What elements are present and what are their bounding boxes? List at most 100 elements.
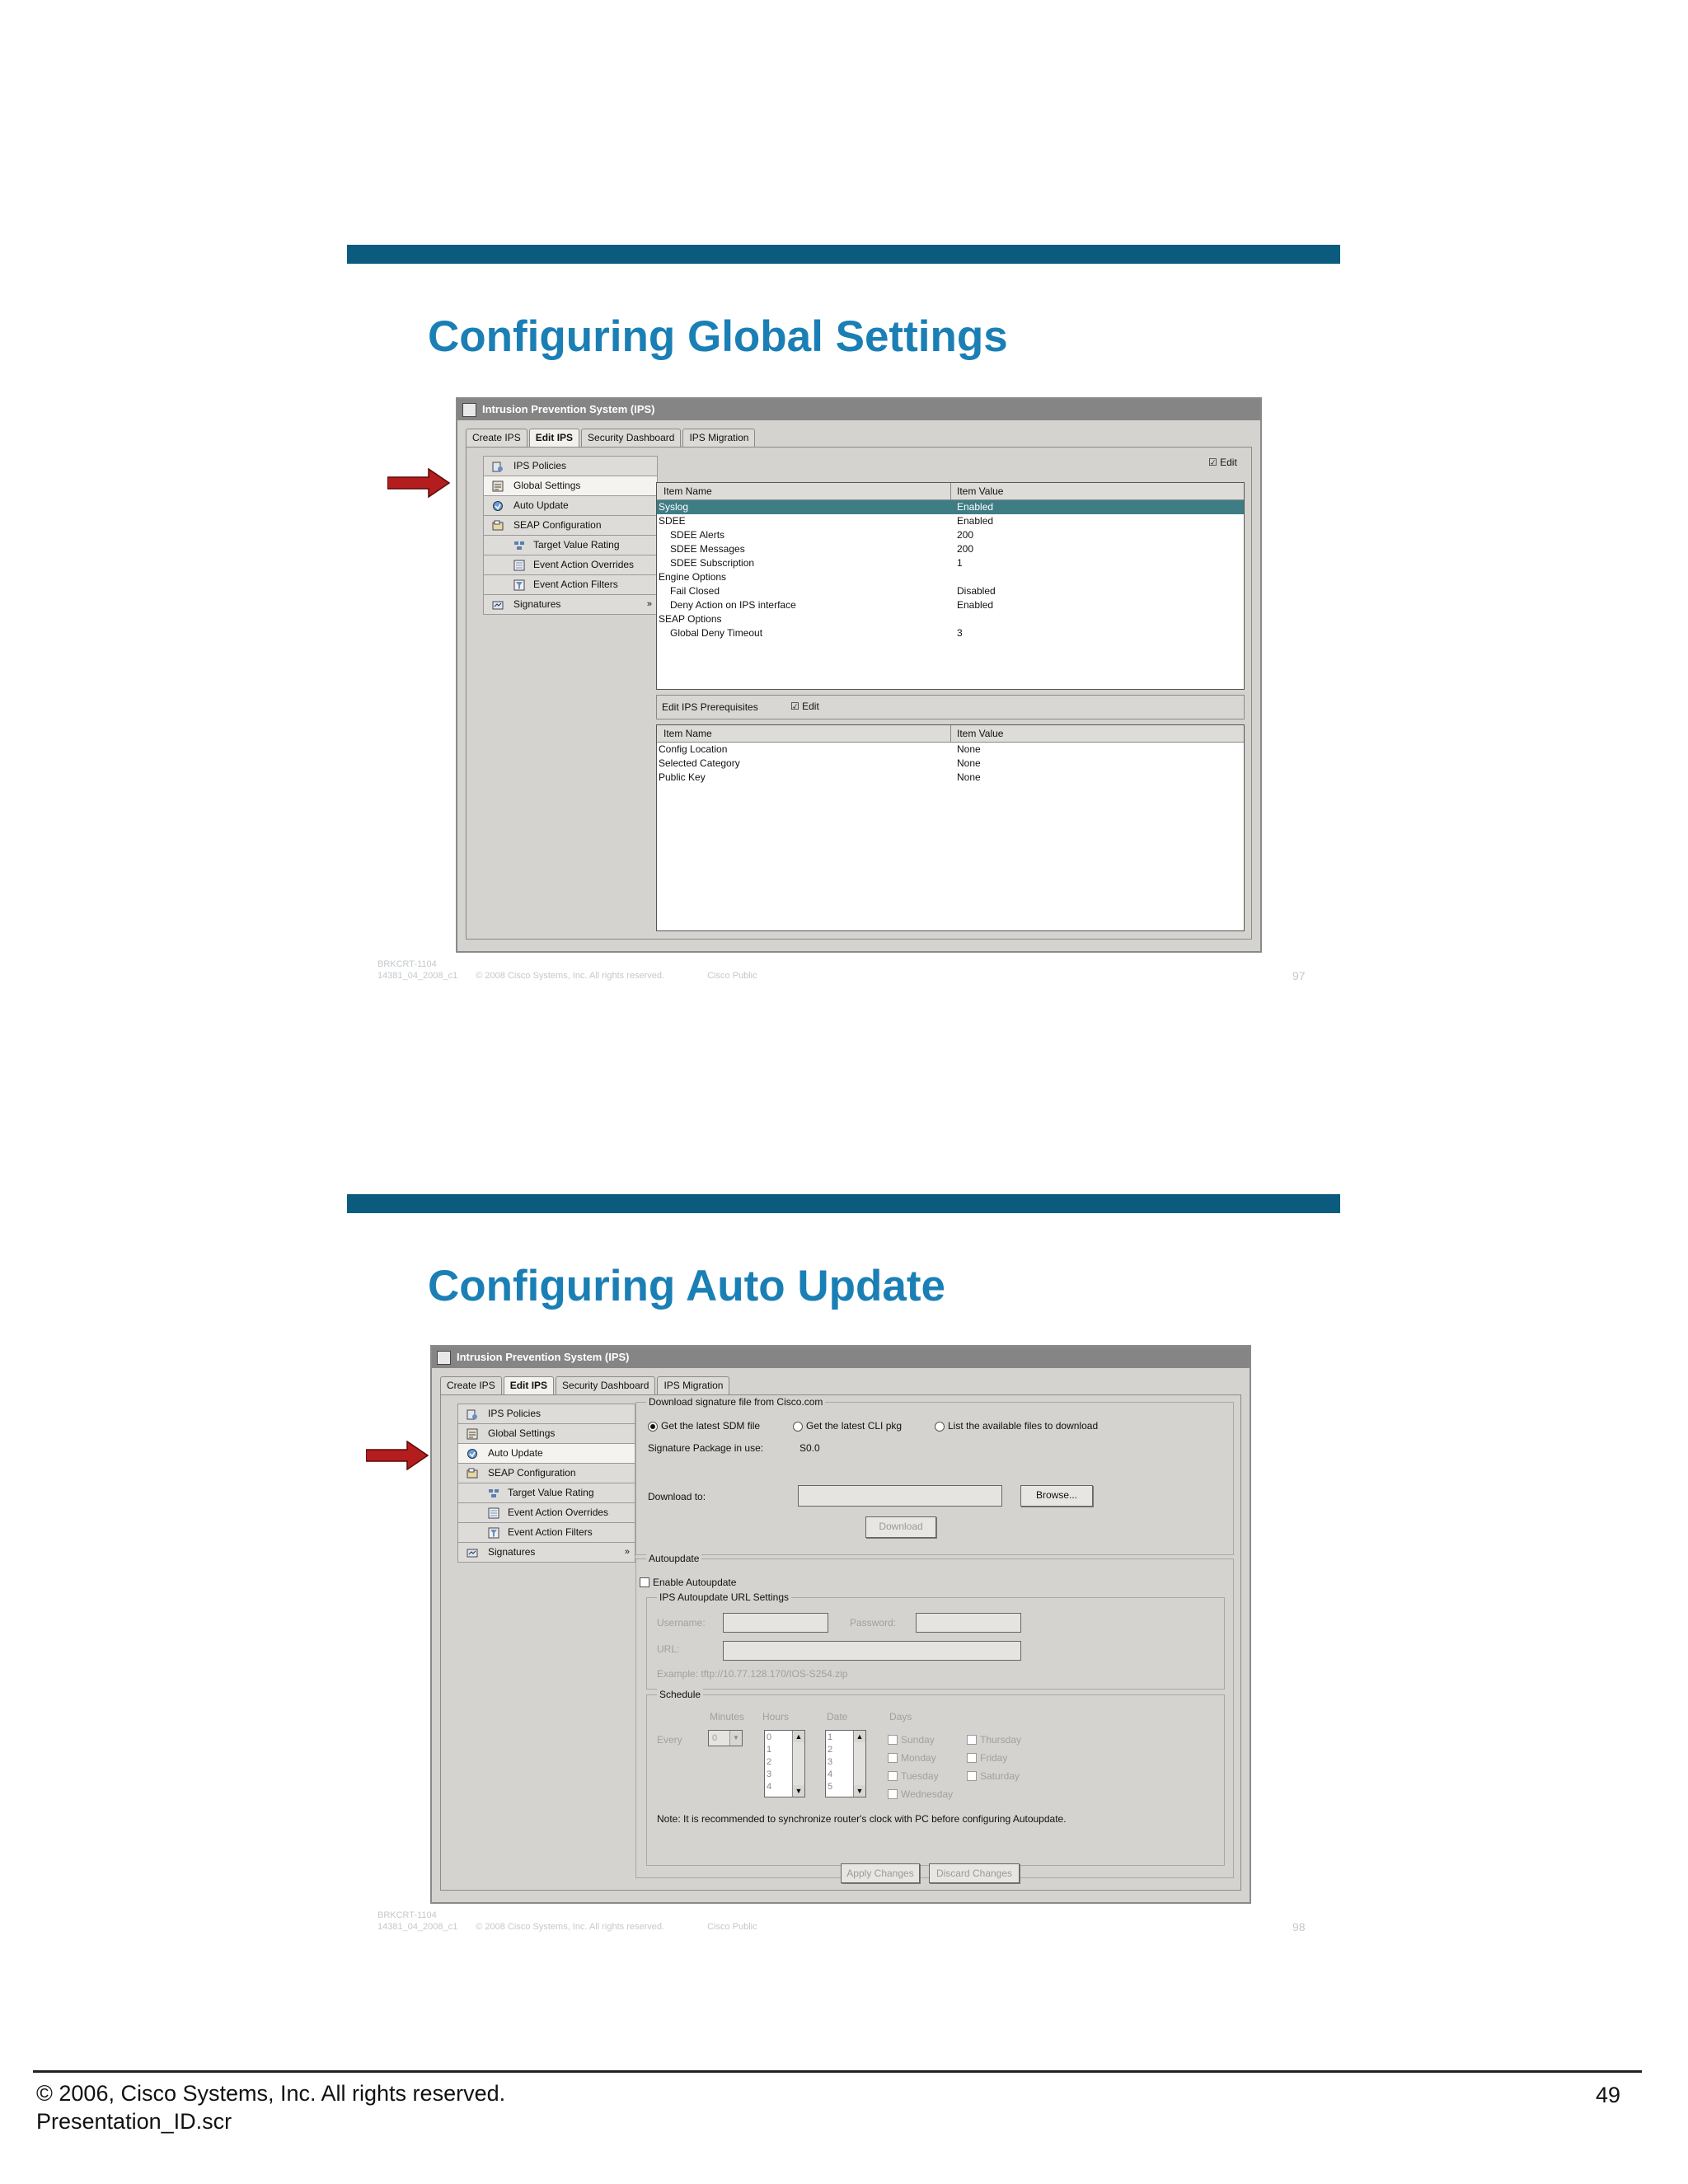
- tab-security-dashboard[interactable]: Security Dashboard: [556, 1376, 656, 1394]
- day-checkbox-wednesday[interactable]: [888, 1789, 898, 1799]
- table-row[interactable]: Fail Closed Disabled: [657, 584, 1244, 598]
- url-label: URL:: [657, 1643, 680, 1655]
- list-option[interactable]: 1: [828, 1732, 832, 1743]
- window-app-icon: [437, 1351, 451, 1365]
- sidebar-item-signatures[interactable]: Signatures»: [457, 1543, 635, 1563]
- sidebar-item-event-action-filters[interactable]: Event Action Filters: [457, 1523, 635, 1543]
- sidebar-item-auto-update[interactable]: Auto Update: [457, 1444, 635, 1464]
- sidebar-item-signatures[interactable]: Signatures»: [483, 595, 658, 615]
- table-row[interactable]: SEAP Options: [657, 612, 1244, 626]
- signature-package-label: Signature Package in use:: [648, 1442, 764, 1454]
- sidebar-item-global-settings[interactable]: Global Settings: [483, 476, 658, 496]
- scroll-up-icon[interactable]: ▲: [854, 1731, 865, 1742]
- download-button[interactable]: Download: [865, 1516, 936, 1538]
- scroll-down-icon[interactable]: ▼: [793, 1785, 804, 1797]
- window-title: Intrusion Prevention System (IPS): [457, 399, 1260, 420]
- discard-changes-button[interactable]: Discard Changes: [929, 1863, 1020, 1883]
- tab-edit-ips[interactable]: Edit IPS: [528, 429, 580, 447]
- list-option[interactable]: 0: [767, 1732, 771, 1743]
- sidebar-item-seap-configuration[interactable]: SEAP Configuration: [457, 1464, 635, 1483]
- tab-ips-migration[interactable]: IPS Migration: [657, 1376, 730, 1394]
- table-row[interactable]: Config Location None: [657, 743, 1244, 757]
- slide2-page-number: 98: [1292, 1920, 1306, 1933]
- url-field[interactable]: [723, 1641, 1021, 1661]
- sidebar-item-ips-policies[interactable]: IPS Policies: [457, 1404, 635, 1424]
- table-row[interactable]: Deny Action on IPS interface Enabled: [657, 598, 1244, 612]
- slide1-page-number: 97: [1292, 969, 1306, 982]
- day-checkbox-sunday[interactable]: [888, 1735, 898, 1745]
- presentation-id: Presentation_ID.scr: [36, 2109, 232, 2134]
- list-option[interactable]: 4: [828, 1769, 832, 1780]
- download-group: Download signature file from Cisco.com G…: [635, 1395, 1234, 1555]
- table-row[interactable]: SDEE Enabled: [657, 514, 1244, 528]
- sidebar-item-target-value-rating[interactable]: Target Value Rating: [457, 1483, 635, 1503]
- sidebar-item-event-action-filters[interactable]: Event Action Filters: [483, 575, 658, 595]
- hours-listbox[interactable]: 01234 ▲ ▼: [764, 1730, 805, 1797]
- date-listbox[interactable]: 12345 ▲ ▼: [825, 1730, 866, 1797]
- download-to-field[interactable]: [798, 1485, 1002, 1507]
- page-footer-rule: [33, 2070, 1642, 2073]
- sidebar-item-seap-configuration[interactable]: SEAP Configuration: [483, 516, 658, 536]
- radio-list-files[interactable]: [935, 1422, 945, 1432]
- edit-link[interactable]: ☑ Edit: [1208, 456, 1237, 469]
- list-option[interactable]: 5: [828, 1781, 832, 1793]
- list-option[interactable]: 2: [828, 1744, 832, 1755]
- row-item-value: 1: [957, 557, 963, 569]
- day-checkbox-saturday[interactable]: [967, 1771, 977, 1781]
- slide1-title: Configuring Global Settings: [428, 312, 1008, 361]
- tab-ips-migration[interactable]: IPS Migration: [682, 429, 756, 447]
- expand-chevron-icon[interactable]: »: [625, 1543, 630, 1562]
- table-row[interactable]: Syslog Enabled: [657, 500, 1244, 514]
- row-item-value: Enabled: [957, 501, 994, 513]
- list-option[interactable]: 3: [767, 1769, 771, 1780]
- day-checkbox-thursday[interactable]: [967, 1735, 977, 1745]
- radio-latest-sdm[interactable]: [648, 1422, 658, 1432]
- row-item-value: Enabled: [957, 515, 994, 527]
- username-field[interactable]: [723, 1613, 828, 1633]
- day-checkbox-tuesday[interactable]: [888, 1771, 898, 1781]
- scroll-down-icon[interactable]: ▼: [854, 1785, 865, 1797]
- table-row[interactable]: SDEE Subscription 1: [657, 556, 1244, 570]
- tab-create-ips[interactable]: Create IPS: [466, 429, 528, 447]
- radio-list-files-label: List the available files to download: [948, 1420, 1099, 1432]
- day-checkbox-friday[interactable]: [967, 1753, 977, 1763]
- tab-edit-ips[interactable]: Edit IPS: [503, 1376, 555, 1394]
- day-checkbox-monday[interactable]: [888, 1753, 898, 1763]
- table-row[interactable]: Public Key None: [657, 771, 1244, 785]
- enable-autoupdate-label: Enable Autoupdate: [653, 1577, 737, 1588]
- sidebar-item-global-settings[interactable]: Global Settings: [457, 1424, 635, 1444]
- hours-scrollbar[interactable]: ▲ ▼: [792, 1731, 804, 1797]
- enable-autoupdate-checkbox[interactable]: [640, 1577, 649, 1587]
- table-row[interactable]: Engine Options: [657, 570, 1244, 584]
- list-option[interactable]: 4: [767, 1781, 771, 1793]
- autoupdate-group-label: Autoupdate: [646, 1552, 702, 1565]
- tab-create-ips[interactable]: Create IPS: [440, 1376, 502, 1394]
- browse-button[interactable]: Browse...: [1020, 1485, 1093, 1507]
- override-icon: [488, 1507, 499, 1519]
- scroll-up-icon[interactable]: ▲: [793, 1731, 804, 1742]
- sidebar-item-ips-policies[interactable]: IPS Policies: [483, 456, 658, 476]
- password-field[interactable]: [916, 1613, 1021, 1633]
- sidebar-item-auto-update[interactable]: Auto Update: [483, 496, 658, 516]
- policy-icon: [492, 460, 504, 472]
- minutes-header: Minutes: [710, 1711, 745, 1722]
- list-option[interactable]: 1: [767, 1744, 771, 1755]
- sidebar-item-target-value-rating[interactable]: Target Value Rating: [483, 536, 658, 555]
- sidebar-item-event-action-overrides[interactable]: Event Action Overrides: [483, 555, 658, 575]
- row-item-value: Enabled: [957, 599, 994, 611]
- table-row[interactable]: Selected Category None: [657, 757, 1244, 771]
- table-row[interactable]: SDEE Messages 200: [657, 542, 1244, 556]
- radio-latest-cli[interactable]: [793, 1422, 803, 1432]
- date-scrollbar[interactable]: ▲ ▼: [853, 1731, 865, 1797]
- list-option[interactable]: 2: [767, 1756, 771, 1768]
- prerequisites-edit-button[interactable]: ☑ Edit: [790, 700, 819, 713]
- table-row[interactable]: SDEE Alerts 200: [657, 528, 1244, 542]
- table-row[interactable]: Global Deny Timeout 3: [657, 626, 1244, 640]
- sidebar-nav: IPS Policies Global Settings Auto Update…: [483, 456, 658, 615]
- minutes-select[interactable]: 0 ▼: [708, 1730, 743, 1746]
- list-option[interactable]: 3: [828, 1756, 832, 1768]
- apply-changes-button[interactable]: Apply Changes: [841, 1863, 920, 1883]
- sidebar-item-event-action-overrides[interactable]: Event Action Overrides: [457, 1503, 635, 1523]
- expand-chevron-icon[interactable]: »: [647, 595, 652, 614]
- tab-security-dashboard[interactable]: Security Dashboard: [581, 429, 682, 447]
